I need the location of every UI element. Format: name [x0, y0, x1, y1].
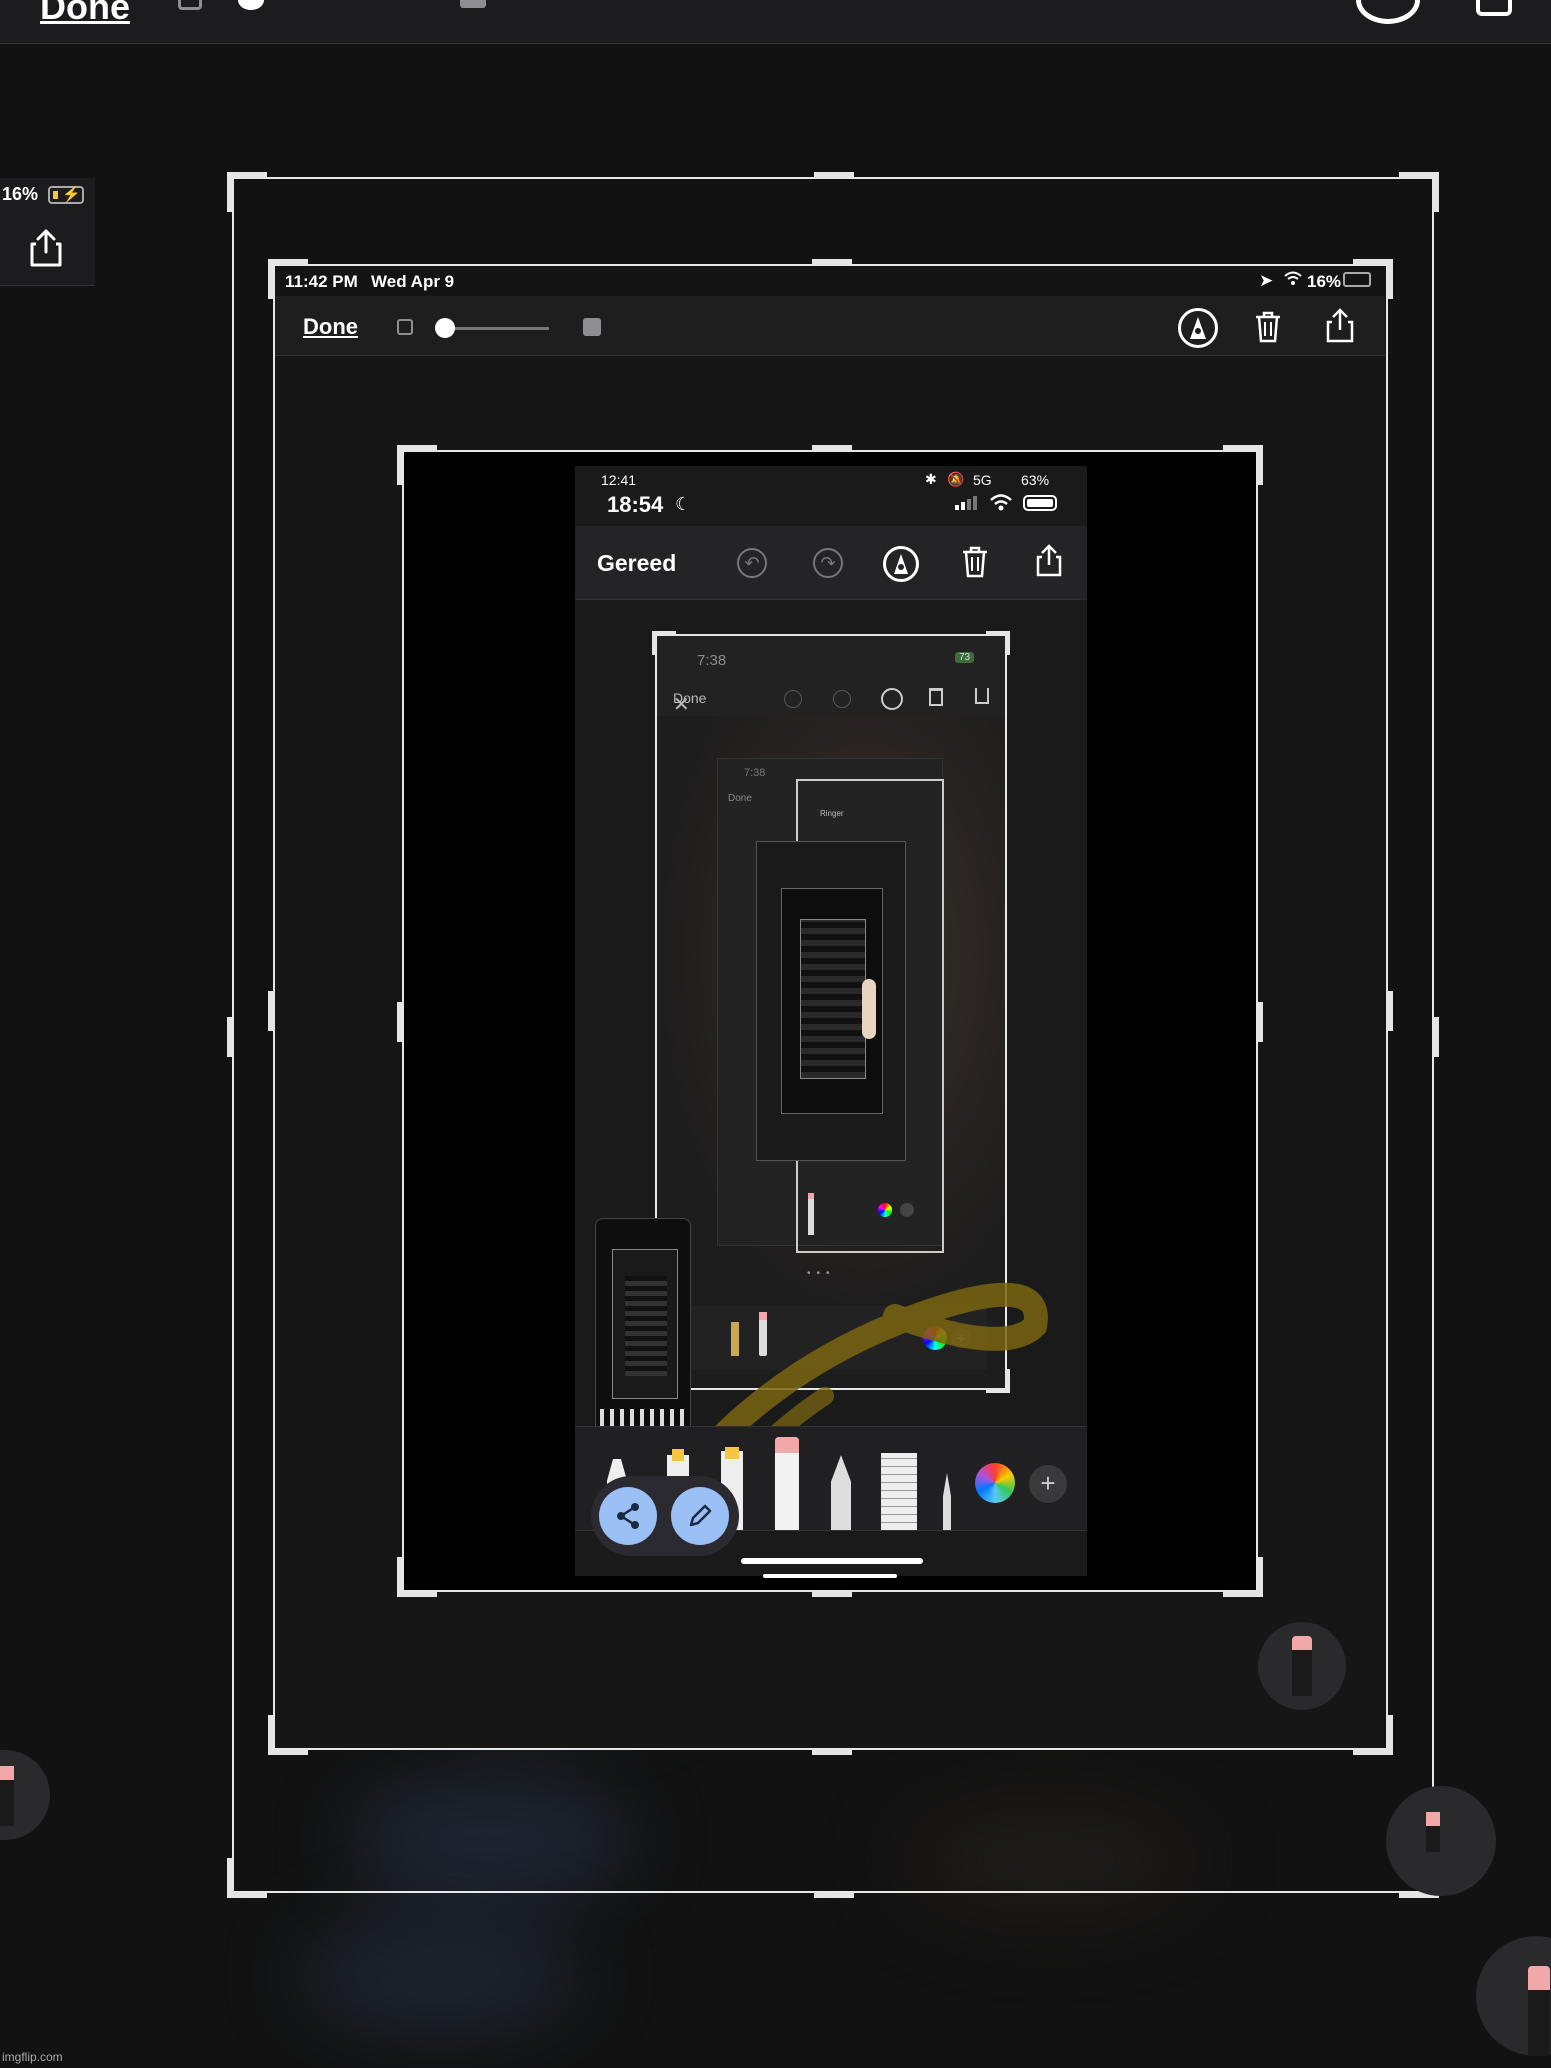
pencil-float-bottom-right[interactable] — [1476, 1936, 1551, 2056]
undo-icon[interactable]: ↶ — [737, 548, 767, 578]
fab-container — [591, 1476, 739, 1556]
phone-battery-icon — [1023, 495, 1057, 511]
phone-share-icon[interactable] — [1035, 544, 1063, 578]
mute-icon: 🔕 — [947, 471, 965, 487]
watermark: imgflip.com — [2, 2050, 63, 2064]
phone-bottom-bar — [763, 1574, 897, 1578]
phone-markup-icon[interactable] — [883, 546, 919, 582]
pencil-float-left[interactable] — [0, 1750, 50, 1840]
pencil-float-right[interactable] — [1386, 1786, 1496, 1896]
outer-toolbar — [0, 0, 1551, 44]
redo-icon[interactable]: ↷ — [813, 548, 843, 578]
close-icon[interactable]: ✕ — [673, 692, 690, 717]
add-tool-icon[interactable]: + — [1029, 1465, 1067, 1503]
eraser-tool[interactable] — [775, 1437, 799, 1531]
moon-icon: ☾ — [675, 494, 692, 514]
phone-battery: 63% — [1021, 472, 1050, 488]
home-indicator — [741, 1558, 923, 1564]
phone-trash-icon[interactable] — [961, 546, 989, 578]
signal-icon — [955, 494, 979, 510]
phone-toolbar: Gereed ↶ ↷ — [575, 526, 1087, 600]
battery-charging-icon: ⚡ — [48, 186, 84, 204]
pencil-float-button[interactable] — [1258, 1622, 1346, 1710]
fab-share-button[interactable] — [599, 1487, 657, 1545]
bluetooth-icon: ✱ — [925, 471, 937, 487]
battery-percentage: 16% — [2, 184, 39, 204]
done-button[interactable]: Done — [40, 0, 130, 28]
phone-network: 5G — [973, 472, 992, 488]
color-picker-icon[interactable] — [975, 1463, 1015, 1503]
phone-wifi-icon — [989, 493, 1013, 511]
phone-done-button[interactable]: Gereed — [597, 550, 676, 577]
fountain-pen-tool[interactable] — [943, 1473, 951, 1531]
phone-clock: 18:54 — [607, 492, 664, 517]
phone-status-time: 12:41 — [601, 472, 637, 488]
screenshot-thumbnail[interactable] — [595, 1218, 691, 1438]
trash-icon[interactable] — [1476, 0, 1512, 16]
fab-edit-button[interactable] — [671, 1487, 729, 1545]
small-size-icon — [178, 0, 202, 10]
ruler-tool[interactable] — [881, 1453, 917, 1531]
large-size-icon — [460, 0, 486, 8]
pencil-tool[interactable] — [831, 1455, 851, 1531]
share-icon[interactable] — [28, 228, 64, 268]
phone-screenshot: 12:41 ✱ 🔕 5G 63% 18:54 ☾ Gereed ↶ ↷ 7:38… — [575, 466, 1087, 1576]
